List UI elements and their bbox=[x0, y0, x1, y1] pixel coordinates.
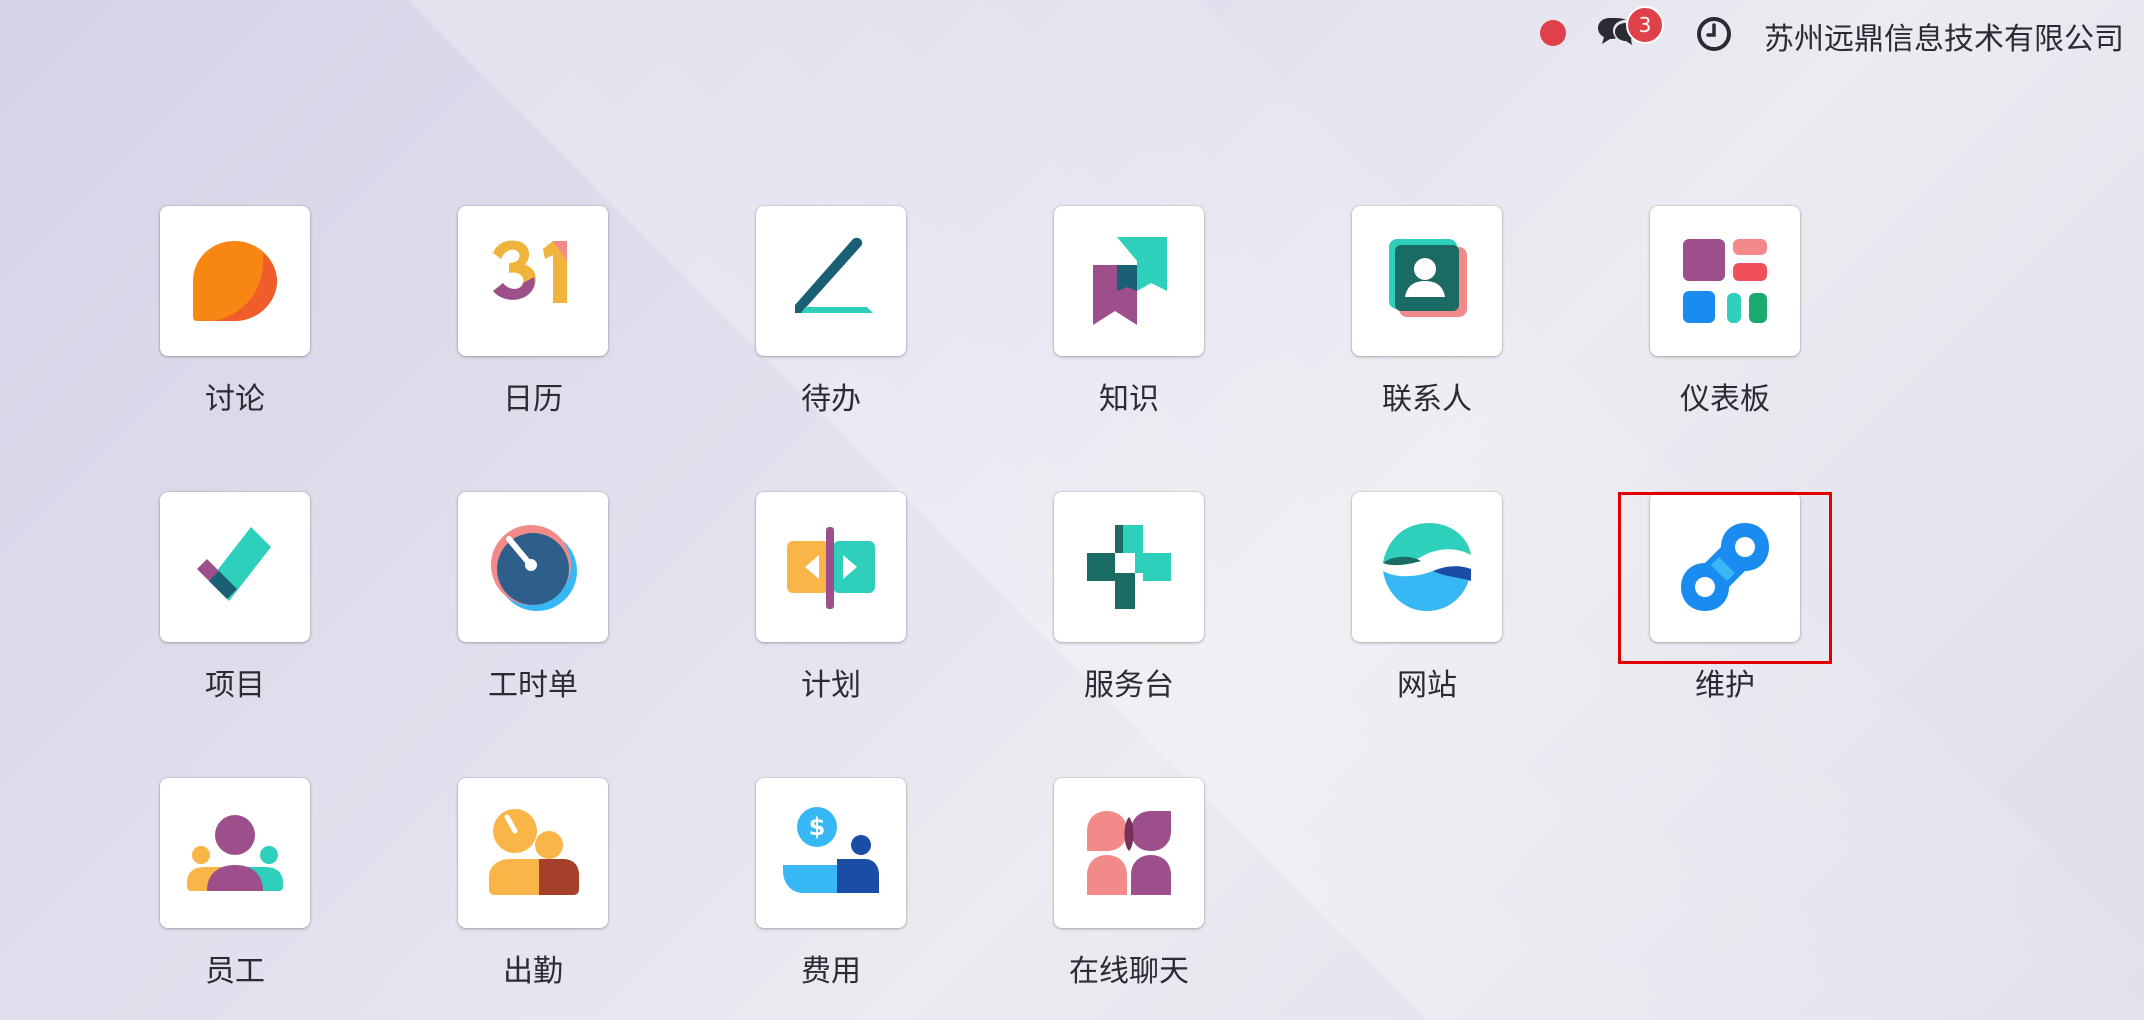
app-employees[interactable]: 员工 bbox=[125, 778, 345, 990]
app-tile[interactable] bbox=[458, 206, 608, 356]
app-label: 仪表板 bbox=[1680, 382, 1770, 417]
project-icon bbox=[197, 527, 271, 601]
app-tile[interactable] bbox=[1054, 492, 1204, 642]
app-tile[interactable] bbox=[756, 206, 906, 356]
app-label: 工时单 bbox=[488, 668, 578, 703]
website-icon bbox=[1383, 523, 1471, 611]
calendar-icon bbox=[493, 240, 567, 303]
app-tile[interactable] bbox=[160, 778, 310, 928]
discuss-icon bbox=[193, 241, 277, 321]
app-contacts[interactable]: 联系人 bbox=[1317, 206, 1537, 418]
planning-icon bbox=[787, 527, 875, 609]
attendance-icon bbox=[489, 809, 579, 895]
app-label: 日历 bbox=[503, 382, 563, 417]
status-indicator[interactable] bbox=[1540, 20, 1566, 46]
app-timesheet[interactable]: 工时单 bbox=[423, 492, 643, 704]
app-expenses[interactable]: $ 费用 bbox=[721, 778, 941, 990]
dashboard-icon bbox=[1683, 239, 1767, 323]
app-label: 服务台 bbox=[1084, 668, 1174, 703]
app-label: 费用 bbox=[801, 954, 861, 989]
app-tile[interactable] bbox=[1352, 492, 1502, 642]
app-project[interactable]: 项目 bbox=[125, 492, 345, 704]
app-tile[interactable] bbox=[458, 492, 608, 642]
app-knowledge[interactable]: 知识 bbox=[1019, 206, 1239, 418]
app-label: 出勤 bbox=[503, 954, 563, 989]
expenses-icon: $ bbox=[783, 807, 879, 893]
app-website[interactable]: 网站 bbox=[1317, 492, 1537, 704]
app-label: 项目 bbox=[205, 668, 265, 703]
app-todo[interactable]: 待办 bbox=[721, 206, 941, 418]
clock-icon[interactable] bbox=[1696, 16, 1732, 52]
todo-icon bbox=[795, 237, 873, 313]
app-label: 网站 bbox=[1397, 668, 1457, 703]
app-label: 联系人 bbox=[1382, 382, 1472, 417]
app-calendar[interactable]: 日历 bbox=[423, 206, 643, 418]
knowledge-icon bbox=[1093, 237, 1167, 325]
app-dashboard[interactable]: 仪表板 bbox=[1615, 206, 1835, 418]
notification-badge: 3 bbox=[1626, 6, 1664, 44]
app-label: 在线聊天 bbox=[1069, 954, 1189, 989]
app-tile[interactable] bbox=[160, 206, 310, 356]
contacts-icon bbox=[1389, 239, 1467, 317]
app-attendance[interactable]: 出勤 bbox=[423, 778, 643, 990]
app-tile[interactable] bbox=[1054, 778, 1204, 928]
app-livechat[interactable]: 在线聊天 bbox=[1019, 778, 1239, 990]
app-tile[interactable] bbox=[756, 492, 906, 642]
helpdesk-icon bbox=[1087, 525, 1171, 609]
app-label: 讨论 bbox=[205, 382, 265, 417]
app-helpdesk[interactable]: 服务台 bbox=[1019, 492, 1239, 704]
svg-text:$: $ bbox=[809, 813, 826, 841]
app-planning[interactable]: 计划 bbox=[721, 492, 941, 704]
app-tile[interactable] bbox=[458, 778, 608, 928]
employees-icon bbox=[187, 815, 283, 891]
company-switcher[interactable]: 苏州远鼎信息技术有限公司 bbox=[1764, 14, 2124, 58]
app-discuss[interactable]: 讨论 bbox=[125, 206, 345, 418]
app-label: 维护 bbox=[1695, 668, 1755, 703]
app-label: 知识 bbox=[1099, 382, 1159, 417]
app-label: 待办 bbox=[801, 382, 861, 417]
app-tile[interactable] bbox=[160, 492, 310, 642]
timesheet-icon bbox=[491, 525, 577, 611]
selection-highlight bbox=[1618, 492, 1832, 664]
app-tile[interactable] bbox=[1054, 206, 1204, 356]
app-label: 员工 bbox=[205, 954, 265, 989]
app-tile[interactable]: $ bbox=[756, 778, 906, 928]
app-tile[interactable] bbox=[1650, 206, 1800, 356]
livechat-icon bbox=[1087, 811, 1171, 895]
app-tile[interactable] bbox=[1352, 206, 1502, 356]
app-label: 计划 bbox=[801, 668, 861, 703]
messaging-menu[interactable]: 3 bbox=[1596, 6, 1664, 54]
